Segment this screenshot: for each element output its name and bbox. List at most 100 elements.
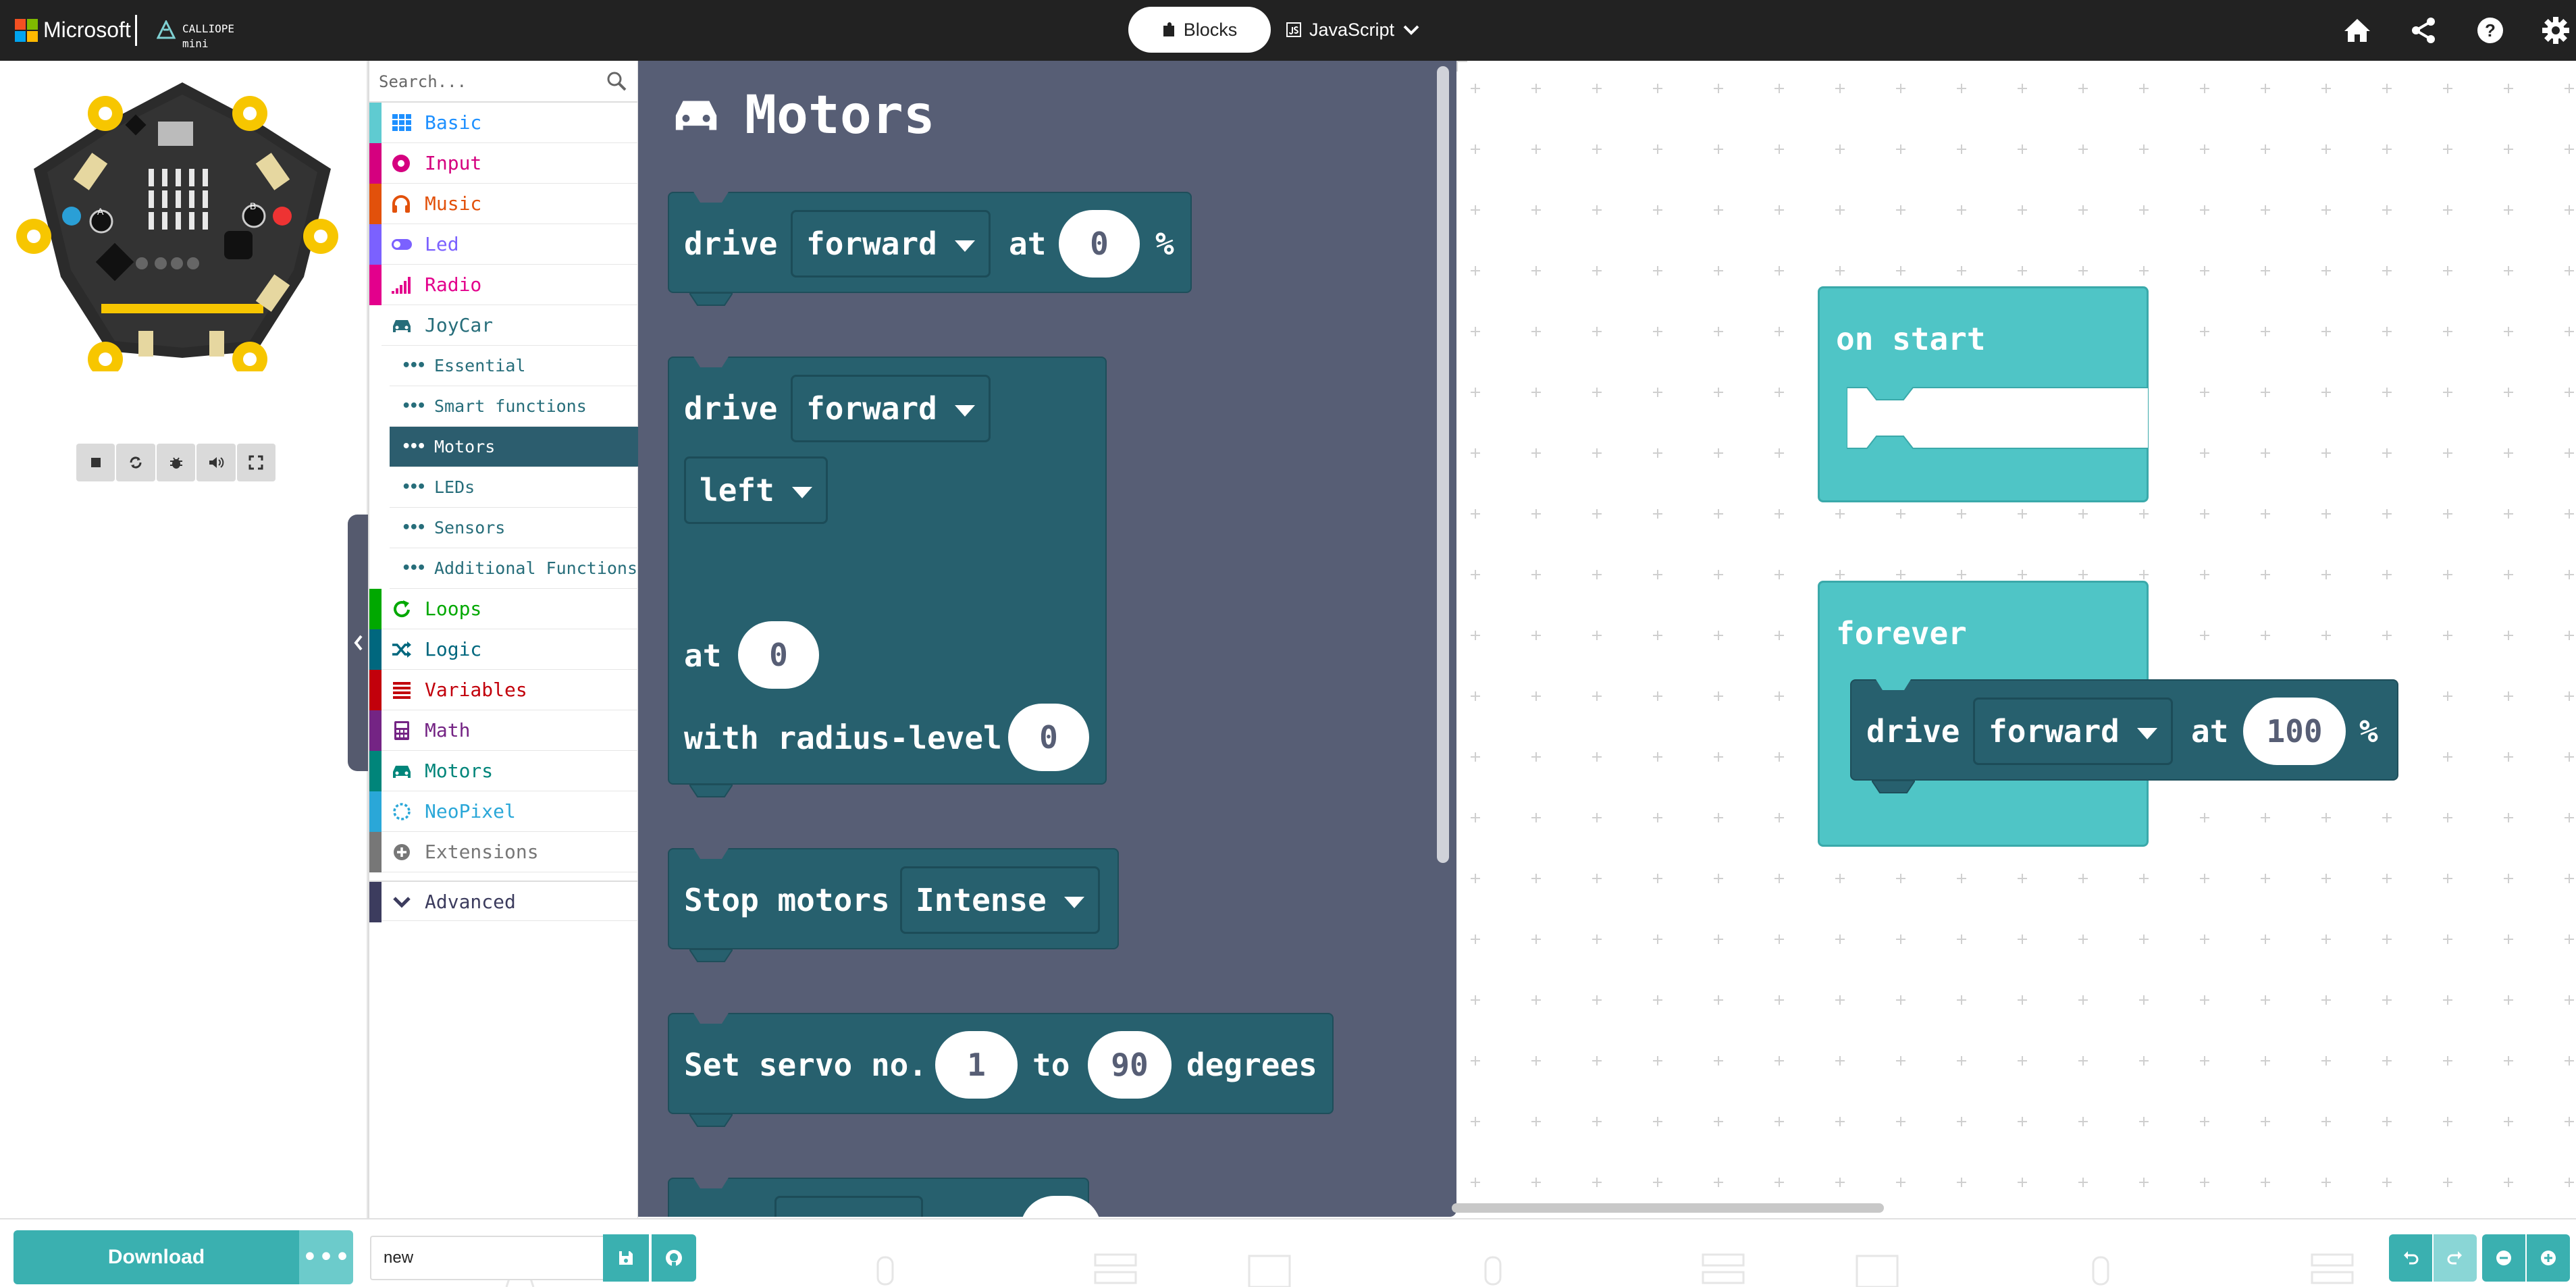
category-input[interactable]: Input bbox=[369, 143, 638, 184]
radius-input[interactable]: 0 bbox=[1008, 704, 1089, 771]
sim-stop-button[interactable] bbox=[76, 444, 115, 481]
calliope-logo[interactable]: CALLIOPE mini bbox=[153, 15, 254, 50]
download-more-button[interactable]: ••• bbox=[299, 1230, 353, 1284]
zoom-out-button[interactable] bbox=[2482, 1234, 2525, 1282]
category-variables[interactable]: Variables bbox=[369, 670, 638, 710]
category-label: Led bbox=[425, 233, 459, 255]
turn-dropdown[interactable]: left bbox=[684, 456, 828, 524]
block-tab bbox=[689, 1114, 733, 1127]
category-label: NeoPixel bbox=[425, 800, 516, 822]
partial-dropdown[interactable] bbox=[774, 1196, 923, 1217]
list-icon bbox=[393, 682, 411, 699]
ellipsis-icon: ••• bbox=[402, 357, 426, 374]
ellipsis-icon: ••• bbox=[402, 560, 426, 577]
category-extensions[interactable]: Extensions bbox=[369, 832, 638, 872]
block-notch bbox=[689, 1178, 733, 1188]
category-music[interactable]: Music bbox=[369, 184, 638, 224]
project-name-input[interactable] bbox=[370, 1236, 603, 1280]
partial-block[interactable] bbox=[668, 1178, 1101, 1217]
category-color-bar bbox=[369, 629, 382, 670]
category-loops[interactable]: Loops bbox=[369, 589, 638, 629]
block-text: at bbox=[2191, 713, 2229, 750]
subcategory-smart-functions[interactable]: ••• Smart functions bbox=[390, 386, 638, 427]
dropdown-value: Intense bbox=[916, 882, 1047, 918]
tab-javascript[interactable]: JavaScript bbox=[1286, 7, 1448, 53]
category-joycar[interactable]: JoyCar bbox=[369, 305, 638, 346]
workspace-horizontal-scrollbar[interactable] bbox=[1452, 1203, 1884, 1213]
chevron-down-icon[interactable] bbox=[1402, 24, 1420, 36]
category-led[interactable]: Led bbox=[369, 224, 638, 265]
sim-fullscreen-button[interactable] bbox=[236, 444, 276, 481]
flyout-scrollbar[interactable] bbox=[1437, 66, 1449, 863]
category-label: Basic bbox=[425, 111, 482, 134]
subcategory-leds[interactable]: ••• LEDs bbox=[390, 467, 638, 508]
category-label: Radio bbox=[425, 273, 482, 296]
block-text: Set servo no. bbox=[684, 1047, 928, 1083]
restart-icon bbox=[130, 456, 142, 469]
search-icon[interactable] bbox=[606, 70, 627, 92]
subcategory-label: LEDs bbox=[434, 477, 475, 497]
direction-dropdown[interactable]: forward bbox=[1973, 698, 2173, 765]
block-notch bbox=[1872, 679, 1915, 690]
direction-dropdown[interactable]: forward bbox=[791, 375, 991, 442]
servo-angle-input[interactable]: 90 bbox=[1088, 1031, 1172, 1099]
block-flyout: Motors drive forward at 0 % drive forwar… bbox=[638, 61, 1456, 1217]
block-text: drive bbox=[1866, 713, 1960, 750]
drive-turn-block[interactable]: drive forward left at 0 with radius-leve… bbox=[668, 357, 1107, 797]
share-icon[interactable] bbox=[2408, 15, 2439, 46]
drive-block[interactable]: drive forward at 0 % bbox=[668, 192, 1192, 306]
block-tab bbox=[689, 293, 733, 306]
block-notch bbox=[689, 357, 733, 367]
subcategory-essential[interactable]: ••• Essential bbox=[390, 346, 638, 386]
speed-input[interactable]: 100 bbox=[2243, 698, 2346, 765]
block-text: % bbox=[1155, 226, 1174, 262]
category-neopixel[interactable]: NeoPixel bbox=[369, 791, 638, 832]
save-button[interactable] bbox=[603, 1234, 649, 1282]
calliope-logo-icon bbox=[157, 20, 176, 39]
simulator-controls bbox=[76, 444, 276, 481]
github-button[interactable] bbox=[652, 1234, 696, 1282]
servo-number-input[interactable]: 1 bbox=[935, 1031, 1018, 1099]
chevron-left-icon bbox=[354, 635, 363, 651]
calliope-mini-board[interactable]: A B bbox=[14, 74, 351, 371]
subcategory-sensors[interactable]: ••• Sensors bbox=[390, 508, 638, 548]
settings-icon[interactable] bbox=[2540, 15, 2571, 46]
speed-input[interactable]: 0 bbox=[738, 621, 819, 689]
dropdown-value: forward bbox=[806, 226, 937, 262]
grid-icon bbox=[392, 114, 411, 131]
category-basic[interactable]: Basic bbox=[369, 103, 638, 143]
direction-dropdown[interactable]: forward bbox=[791, 210, 991, 278]
set-servo-block[interactable]: Set servo no. 1 to 90 degrees bbox=[668, 1013, 1334, 1127]
search-input[interactable] bbox=[379, 69, 602, 95]
undo-button[interactable] bbox=[2389, 1234, 2432, 1282]
brand-divider bbox=[135, 15, 137, 46]
home-icon[interactable] bbox=[2342, 15, 2373, 46]
tab-blocks[interactable]: Blocks bbox=[1128, 7, 1271, 53]
subcategory-motors[interactable]: ••• Motors bbox=[390, 427, 638, 467]
stop-mode-dropdown[interactable]: Intense bbox=[900, 866, 1100, 934]
car-icon bbox=[393, 766, 411, 778]
help-icon[interactable]: ? bbox=[2475, 15, 2506, 46]
drive-block-workspace[interactable]: drive forward at 100 % bbox=[1850, 679, 2398, 793]
category-math[interactable]: Math bbox=[369, 710, 638, 751]
category-motors[interactable]: Motors bbox=[369, 751, 638, 791]
stop-motors-block[interactable]: Stop motors Intense bbox=[668, 848, 1119, 962]
bug-icon bbox=[169, 457, 182, 469]
speed-input[interactable]: 0 bbox=[1059, 210, 1140, 278]
sim-debug-button[interactable] bbox=[156, 444, 196, 481]
category-label: Music bbox=[425, 192, 482, 215]
block-text: % bbox=[2359, 713, 2378, 750]
sim-mute-button[interactable] bbox=[196, 444, 236, 481]
category-radio[interactable]: Radio bbox=[369, 265, 638, 305]
dropdown-arrow-icon bbox=[1063, 896, 1084, 908]
download-button[interactable]: Download bbox=[14, 1230, 299, 1284]
category-advanced[interactable]: Advanced bbox=[369, 881, 638, 922]
sim-restart-button[interactable] bbox=[116, 444, 155, 481]
redo-button[interactable] bbox=[2434, 1234, 2477, 1282]
on-start-block[interactable]: on start bbox=[1818, 286, 2149, 502]
partial-input[interactable] bbox=[1020, 1196, 1101, 1217]
category-logic[interactable]: Logic bbox=[369, 629, 638, 670]
zoom-in-button[interactable] bbox=[2527, 1234, 2570, 1282]
collapse-simulator-tab[interactable] bbox=[348, 515, 369, 771]
subcategory-additional-functions[interactable]: ••• Additional Functions bbox=[390, 548, 638, 589]
